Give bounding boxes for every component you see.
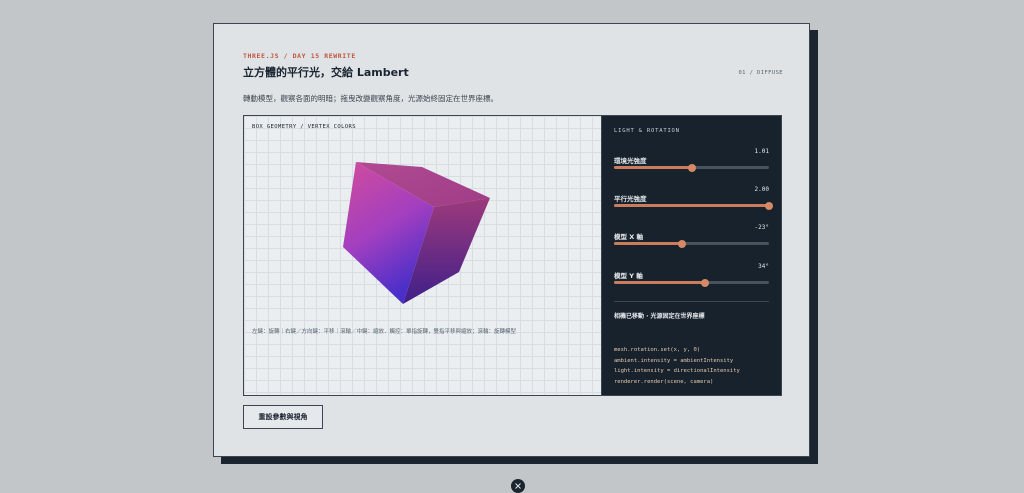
slider-label: 模型 X 軸 [614, 233, 644, 241]
slider-value: 2.00 [754, 186, 769, 193]
slider-thumb[interactable] [765, 201, 773, 210]
slider-rotation-x: 模型 X 軸 -23° [614, 224, 769, 248]
controls-panel: LIGHT & ROTATION 環境光強度 1.01 平行光強度 2.00 模… [602, 116, 781, 395]
slider-track[interactable] [614, 163, 769, 172]
eyebrow: THREE.JS / DAY 15 REWRITE [243, 52, 356, 60]
slider-value: -23° [754, 224, 769, 231]
controls-hint: 左鍵：旋轉｜右鍵／方向鍵：平移｜滾輪／中鍵：縮放．觸控：單指旋轉，雙指平移與縮放… [252, 329, 517, 335]
slider-fill [614, 204, 769, 207]
viewport-label: BOX GEOMETRY / VERTEX COLORS [252, 124, 356, 130]
slider-directional-intensity: 平行光強度 2.00 [614, 186, 773, 210]
slider-label: 環境光強度 [614, 157, 647, 165]
code-line: ambient.intensity = ambientIntensity [614, 357, 734, 364]
page-subtitle: 轉動模型，觀察各面的明暗；拖曳改變觀察角度，光源始終固定在世界座標。 [243, 94, 498, 103]
slider-fill [614, 281, 706, 284]
slider-fill [614, 242, 683, 245]
x-icon [515, 483, 521, 489]
slider-track[interactable] [614, 278, 769, 287]
slider-rotation-y: 模型 Y 軸 34° [614, 263, 769, 287]
code-line: light.intensity = directionalIntensity [614, 368, 740, 374]
page-title: 立方體的平行光，交給 Lambert [243, 66, 409, 79]
slider-thumb[interactable] [701, 278, 710, 287]
demo-card: THREE.JS / DAY 15 REWRITE 立方體的平行光，交給 Lam… [213, 23, 810, 457]
reset-button[interactable]: 重設參數與視角 [243, 405, 323, 429]
controls-title: LIGHT & ROTATION [614, 128, 680, 134]
status-text: 相機已移動 · 光源固定在世界座標 [614, 313, 705, 320]
slider-ambient-intensity: 環境光強度 1.01 [614, 148, 769, 172]
slider-fill [614, 166, 693, 169]
slider-label: 平行光強度 [614, 195, 647, 203]
slider-track[interactable] [614, 239, 769, 248]
slider-value: 1.01 [754, 148, 769, 155]
slider-value: 34° [758, 263, 769, 270]
logo-badge-icon[interactable] [511, 479, 525, 493]
slider-label: 模型 Y 軸 [614, 272, 643, 280]
3d-viewport[interactable]: BOX GEOMETRY / VERTEX COLORS 左鍵：旋轉｜右鍵／方向… [244, 116, 602, 395]
demo-panel: BOX GEOMETRY / VERTEX COLORS 左鍵：旋轉｜右鍵／方向… [243, 115, 782, 396]
page-number: 01 / DIFFUSE [738, 70, 783, 76]
slider-track[interactable] [614, 201, 773, 210]
code-line: renderer.render(scene, camera) [614, 378, 714, 385]
slider-thumb[interactable] [678, 239, 687, 248]
code-line: mesh.rotation.set(x, y, 0) [614, 347, 701, 353]
code-snippet: mesh.rotation.set(x, y, 0) ambient.inten… [614, 345, 740, 387]
divider [614, 301, 769, 302]
cube-model[interactable] [334, 156, 494, 316]
slider-thumb[interactable] [688, 163, 697, 172]
